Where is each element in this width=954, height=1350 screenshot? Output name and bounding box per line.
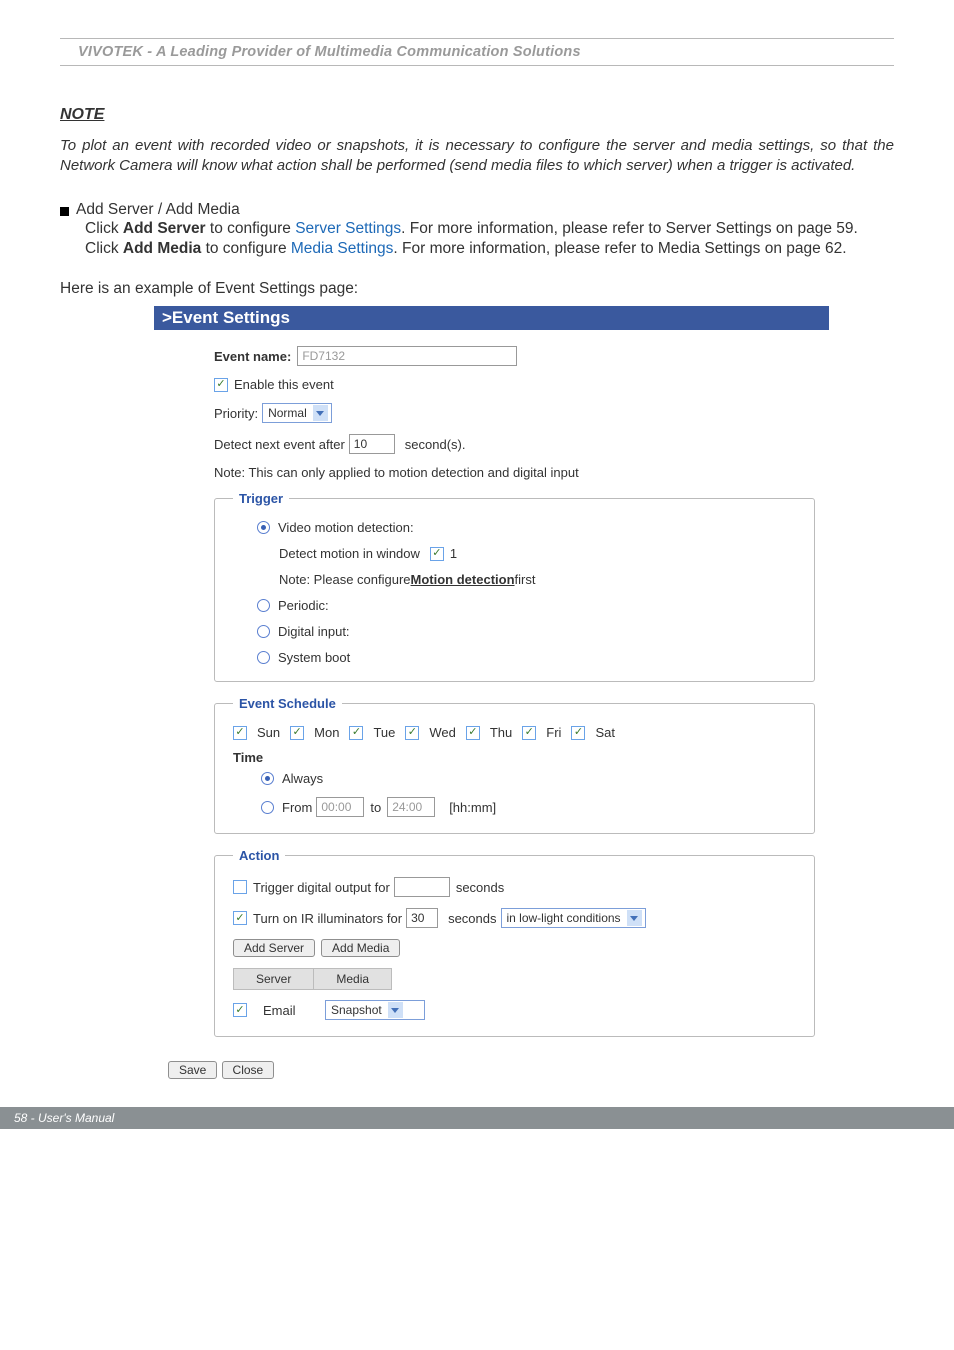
dow-mon-checkbox[interactable] (290, 726, 304, 740)
dow-tue-label: Tue (373, 725, 395, 740)
priority-label: Priority: (214, 406, 258, 421)
dow-wed-label: Wed (429, 725, 456, 740)
dow-sun-checkbox[interactable] (233, 726, 247, 740)
text: . For more information, please refer to … (393, 240, 846, 257)
detect-note: Note: This can only applied to motion de… (214, 465, 579, 480)
enable-event-checkbox[interactable] (214, 378, 228, 392)
chevron-down-icon (313, 405, 328, 421)
time-always-label: Always (282, 771, 323, 786)
note-body: To plot an event with recorded video or … (60, 136, 894, 177)
dow-fri-label: Fri (546, 725, 561, 740)
detect-seconds-input[interactable] (349, 434, 395, 454)
dow-fri-checkbox[interactable] (522, 726, 536, 740)
trigger-video-label: Video motion detection: (278, 520, 414, 535)
action-legend: Action (233, 848, 285, 863)
dow-sat-label: Sat (595, 725, 615, 740)
ir-checkbox[interactable] (233, 911, 247, 925)
text: Click (85, 240, 123, 257)
ir-condition-select[interactable]: in low-light conditions (501, 908, 646, 928)
time-format-hint: [hh:mm] (449, 800, 496, 815)
dow-sat-checkbox[interactable] (571, 726, 585, 740)
server-email-checkbox[interactable] (233, 1003, 247, 1017)
time-from-radio[interactable] (261, 801, 274, 814)
event-settings-panel: >Event Settings Event name: Enable this … (154, 306, 829, 1079)
text: Click (85, 220, 123, 237)
media-settings-link[interactable]: Media Settings (291, 240, 394, 257)
dow-thu-label: Thu (490, 725, 512, 740)
detect-label-a: Detect next event after (214, 437, 345, 452)
trigger-digital-radio[interactable] (257, 625, 270, 638)
priority-value: Normal (268, 406, 307, 420)
ir-label-b: seconds (448, 911, 496, 926)
schedule-fieldset: Event Schedule Sun Mon Tue Wed Thu Fri S… (214, 696, 815, 834)
trigger-do-checkbox[interactable] (233, 880, 247, 894)
trigger-periodic-label: Periodic: (278, 598, 329, 613)
schedule-legend: Event Schedule (233, 696, 342, 711)
dow-thu-checkbox[interactable] (466, 726, 480, 740)
bullet-icon (60, 207, 69, 216)
detect-window-1-checkbox[interactable] (430, 547, 444, 561)
add-server-button[interactable]: Add Server (233, 939, 315, 957)
motion-detection-link[interactable]: Motion detection (411, 572, 515, 587)
trigger-video-radio[interactable] (257, 521, 270, 534)
trigger-do-seconds-input[interactable] (394, 877, 450, 897)
text: to configure (201, 240, 291, 257)
page-footer: 58 - User's Manual (0, 1107, 954, 1129)
save-button[interactable]: Save (168, 1061, 217, 1079)
time-from-label: From (282, 800, 312, 815)
trigger-boot-label: System boot (278, 650, 350, 665)
text: to configure (206, 220, 296, 237)
ir-condition-value: in low-light conditions (507, 911, 621, 925)
event-name-input[interactable] (297, 346, 517, 366)
ir-seconds-input[interactable] (406, 908, 438, 928)
panel-title: >Event Settings (154, 306, 829, 330)
media-select[interactable]: Snapshot (325, 1000, 425, 1020)
media-select-value: Snapshot (331, 1003, 382, 1017)
server-settings-link[interactable]: Server Settings (295, 220, 401, 237)
dow-mon-label: Mon (314, 725, 339, 740)
server-email-label: Email (263, 1003, 315, 1018)
time-from-input[interactable] (316, 797, 364, 817)
trigger-digital-label: Digital input: (278, 624, 350, 639)
detect-label-b: second(s). (405, 437, 466, 452)
priority-select[interactable]: Normal (262, 403, 332, 423)
trigger-do-label-a: Trigger digital output for (253, 880, 390, 895)
bullet-title: Add Server / Add Media (76, 201, 240, 219)
chevron-down-icon (627, 910, 642, 926)
add-media-button[interactable]: Add Media (321, 939, 400, 957)
trigger-legend: Trigger (233, 491, 289, 506)
trigger-periodic-radio[interactable] (257, 599, 270, 612)
bold-add-server: Add Server (123, 220, 206, 237)
action-fieldset: Action Trigger digital output for second… (214, 848, 815, 1037)
trigger-do-label-b: seconds (456, 880, 504, 895)
detect-window-label: Detect motion in window (279, 546, 420, 561)
page-header: VIVOTEK - A Leading Provider of Multimed… (60, 39, 894, 62)
enable-event-label: Enable this event (234, 377, 334, 392)
th-server: Server (234, 969, 314, 990)
note-heading: NOTE (60, 106, 894, 124)
trigger-fieldset: Trigger Video motion detection: Detect m… (214, 491, 815, 682)
server-media-table: Server Media (233, 968, 392, 990)
dow-tue-checkbox[interactable] (349, 726, 363, 740)
addmedia-paragraph: Click Add Media to configure Media Setti… (85, 239, 894, 260)
text: . For more information, please refer to … (401, 220, 858, 237)
motion-note-a: Note: Please configure (279, 572, 411, 587)
time-to-label: to (370, 800, 381, 815)
ir-label-a: Turn on IR illuminators for (253, 911, 402, 926)
addserver-paragraph: Click Add Server to configure Server Set… (85, 219, 894, 240)
bold-add-media: Add Media (123, 240, 201, 257)
th-media: Media (314, 969, 392, 990)
motion-note-b: first (515, 572, 536, 587)
close-button[interactable]: Close (222, 1061, 275, 1079)
chevron-down-icon (388, 1002, 403, 1018)
event-name-label: Event name: (214, 349, 291, 364)
time-always-radio[interactable] (261, 772, 274, 785)
example-intro: Here is an example of Event Settings pag… (60, 280, 894, 298)
detect-window-1-label: 1 (450, 546, 457, 561)
time-to-input[interactable] (387, 797, 435, 817)
dow-wed-checkbox[interactable] (405, 726, 419, 740)
dow-sun-label: Sun (257, 725, 280, 740)
time-label: Time (233, 750, 796, 765)
trigger-boot-radio[interactable] (257, 651, 270, 664)
